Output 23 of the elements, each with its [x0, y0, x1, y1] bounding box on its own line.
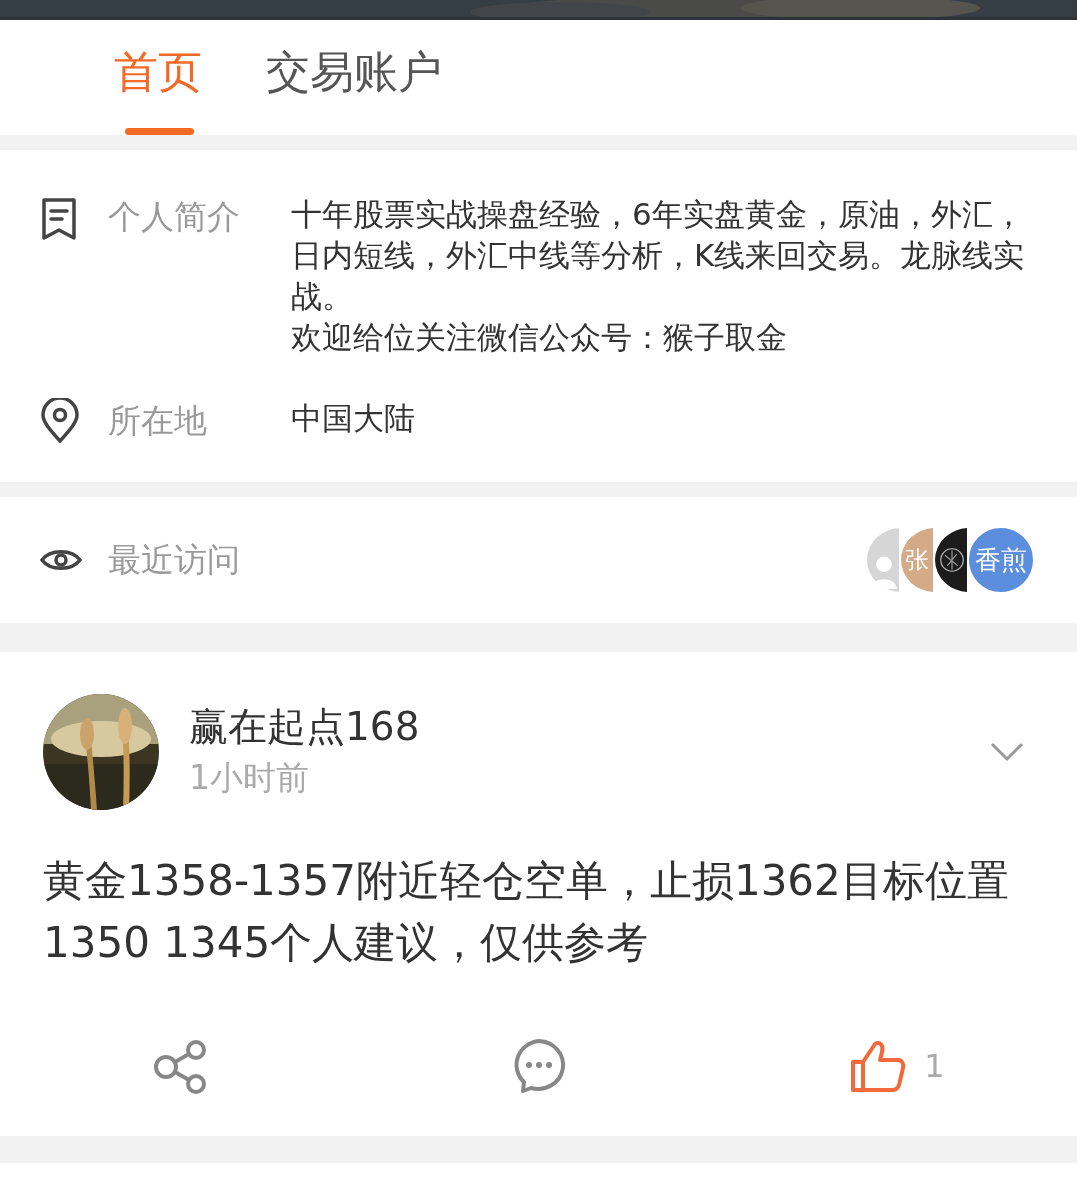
- like-count: 1: [924, 1047, 945, 1085]
- avatar-initials: 香煎: [975, 543, 1027, 577]
- post-text: 黄金1358-1357附近轻仓空单，止损1362目标位置1350 1345个人建议，仅供参考: [43, 855, 1010, 969]
- tab[interactable]: 首页: [114, 20, 202, 135]
- field-label: 个人简介: [108, 196, 241, 238]
- visitor-avatar[interactable]: 香煎: [967, 526, 1035, 594]
- bio-text: 十年股票实战操盘经验，6年实盘黄金，原油，外汇，日内短线，外汇中线等分析，K线来回交易。龙脉线实战。: [291, 195, 1026, 316]
- visitor-avatar[interactable]: 张: [899, 526, 933, 594]
- share-icon[interactable]: [151, 1038, 208, 1094]
- bio-text: 欢迎给位关注微信公众号：猴子取金: [291, 318, 788, 357]
- location-text: 中国大陆: [291, 399, 416, 438]
- author-name[interactable]: 赢在起点168: [189, 701, 420, 753]
- note-icon: [40, 197, 78, 241]
- avatar-initials: 张: [905, 545, 929, 576]
- chevron-down-icon[interactable]: [990, 742, 1024, 762]
- location-pin-icon: [40, 398, 80, 444]
- tab[interactable]: 交易账户: [266, 20, 442, 135]
- thumbs-up-icon[interactable]: [850, 1038, 907, 1094]
- field-label: 所在地: [108, 400, 208, 442]
- emblem-icon: [939, 547, 965, 573]
- recent-visitors-label: 最近访问: [108, 539, 241, 581]
- post-time: 1小时前: [189, 757, 310, 799]
- tab-indicator: [125, 128, 194, 135]
